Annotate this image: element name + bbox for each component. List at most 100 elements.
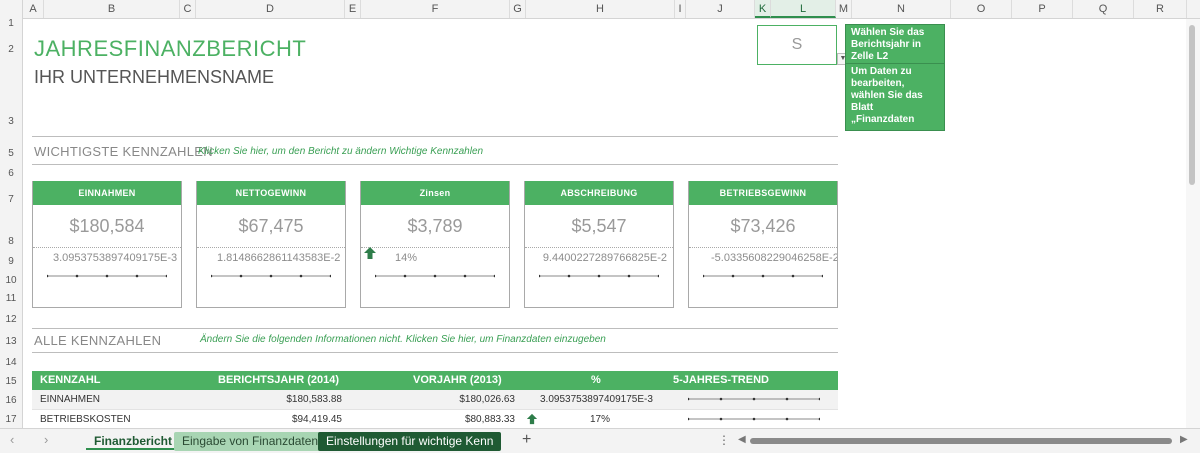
row-header-1[interactable]: 1: [0, 18, 22, 29]
trend-up-arrow-icon: [364, 247, 376, 259]
row-header-17[interactable]: 17: [0, 414, 22, 425]
company-name[interactable]: IHR UNTERNEHMENSNAME: [34, 67, 274, 88]
kpi-card-label: NETTOGEWINN: [197, 181, 345, 205]
kpi-card-value: $67,475: [197, 205, 345, 248]
kpi-card-percent: 9.4400227289766825E-2: [542, 252, 667, 264]
column-header-d[interactable]: D: [196, 0, 345, 18]
table-cell-current[interactable]: $180,583.88: [286, 390, 342, 409]
column-header-f[interactable]: F: [361, 0, 510, 18]
kpi-card-zinsen[interactable]: Zinsen $3,789 14%: [360, 181, 510, 308]
worksheet-grid[interactable]: JAHRESFINANZBERICHT IHR UNTERNEHMENSNAME…: [23, 19, 1185, 428]
row-header-11[interactable]: 11: [0, 293, 22, 304]
row-header-7[interactable]: 7: [0, 194, 22, 205]
vertical-scroll-thumb[interactable]: [1189, 25, 1195, 185]
select-all-corner[interactable]: [0, 0, 23, 18]
tab-finanzbericht[interactable]: Finanzbericht: [86, 432, 181, 450]
column-header-r[interactable]: R: [1134, 0, 1187, 18]
divider: [32, 164, 838, 165]
table-cell-percent[interactable]: 3.0953753897409175E-3: [540, 390, 653, 409]
horizontal-scroll-thumb[interactable]: [750, 438, 1172, 444]
row-header-8[interactable]: 8: [0, 236, 22, 247]
sparkline-chart: [539, 274, 659, 278]
row-header-12[interactable]: 12: [0, 314, 22, 325]
kpi-card-percent: 1.8148662861143583E-2: [217, 252, 341, 264]
kpi-card-einnahmen[interactable]: EINNAHMEN $180,584 3.0953753897409175E-3: [32, 181, 182, 308]
sparkline-chart: [688, 397, 820, 401]
column-header-n[interactable]: N: [852, 0, 951, 18]
column-header-c[interactable]: C: [180, 0, 196, 18]
kpi-card-value: $180,584: [33, 205, 181, 248]
column-header-g[interactable]: G: [510, 0, 526, 18]
row-header-10[interactable]: 10: [0, 275, 22, 286]
table-cell-percent[interactable]: 17%: [590, 410, 610, 428]
sparkline-chart: [47, 274, 167, 278]
year-selection-tooltip: Wählen Sie das Berichtsjahr in Zelle L2: [845, 24, 945, 64]
trend-up-arrow-icon: [526, 413, 538, 425]
tab-einstellungen[interactable]: Einstellungen für wichtige Kenn: [318, 432, 502, 451]
column-header-i[interactable]: I: [675, 0, 686, 18]
next-sheet-icon[interactable]: ›: [44, 432, 48, 447]
column-header-o[interactable]: O: [951, 0, 1012, 18]
kpi-card-betriebsgewinn[interactable]: BETRIEBSGEWINN $73,426 -5.03356082290462…: [688, 181, 838, 308]
table-cell-current[interactable]: $94,419.45: [292, 410, 342, 428]
kpi-card-label: ABSCHREIBUNG: [525, 181, 673, 205]
table-header-kennzahl[interactable]: KENNZAHL: [40, 371, 101, 390]
kpi-card-percent: 3.0953753897409175E-3: [53, 252, 178, 264]
vertical-scrollbar[interactable]: [1186, 19, 1200, 428]
row-header-6[interactable]: 6: [0, 168, 22, 179]
column-header-b[interactable]: B: [44, 0, 180, 18]
scroll-right-icon[interactable]: ▶: [1180, 434, 1188, 445]
column-header-e[interactable]: E: [345, 0, 361, 18]
row-header-15[interactable]: 15: [0, 376, 22, 387]
table-header-trend[interactable]: 5-JAHRES-TREND: [673, 371, 769, 390]
kpi-card-percent: -5.0335608229046258E-2: [711, 252, 837, 264]
table-row[interactable]: EINNAHMEN $180,583.88 $180,026.63 3.0953…: [32, 390, 838, 409]
kpi-card-abschreibung[interactable]: ABSCHREIBUNG $5,547 9.4400227289766825E-…: [524, 181, 674, 308]
kpi-card-value: $3,789: [361, 205, 509, 248]
row-header-16[interactable]: 16: [0, 395, 22, 406]
kpi-card-value: $73,426: [689, 205, 837, 248]
column-header-l[interactable]: L: [771, 0, 836, 18]
sparkline-chart: [688, 417, 820, 421]
row-header-14[interactable]: 14: [0, 357, 22, 368]
table-header-vorjahr[interactable]: VORJAHR (2013): [413, 371, 502, 390]
sparkline-chart: [211, 274, 331, 278]
table-cell-name[interactable]: EINNAHMEN: [40, 390, 100, 409]
column-header-p[interactable]: P: [1012, 0, 1073, 18]
report-title[interactable]: JAHRESFINANZBERICHT: [34, 36, 306, 62]
kpi-section-heading[interactable]: WICHTIGSTE KENNZAHLEN: [34, 144, 213, 159]
table-cell-prior[interactable]: $180,026.63: [459, 390, 515, 409]
table-row[interactable]: BETRIEBSKOSTEN $94,419.45 $80,883.33 17%: [32, 409, 838, 428]
row-header-3[interactable]: 3: [0, 116, 22, 127]
tab-eingabe-finanzdaten[interactable]: Eingabe von Finanzdaten: [174, 432, 327, 451]
kpi-card-value: $5,547: [525, 205, 673, 248]
column-header-h[interactable]: H: [526, 0, 675, 18]
sparkline-chart: [703, 274, 823, 278]
column-header-m[interactable]: M: [836, 0, 852, 18]
table-cell-prior[interactable]: $80,883.33: [465, 410, 515, 428]
kpi-card-label: EINNAHMEN: [33, 181, 181, 205]
add-sheet-icon[interactable]: +: [522, 431, 531, 449]
report-year-cell[interactable]: S: [757, 25, 837, 65]
row-header-13[interactable]: 13: [0, 336, 22, 347]
column-header-j[interactable]: J: [686, 0, 755, 18]
row-header-9[interactable]: 9: [0, 256, 22, 267]
column-header-q[interactable]: Q: [1073, 0, 1134, 18]
more-options-icon[interactable]: ⋮: [718, 433, 730, 447]
table-cell-name[interactable]: BETRIEBSKOSTEN: [40, 410, 131, 428]
all-metrics-heading[interactable]: ALLE KENNZAHLEN: [34, 333, 161, 348]
table-header-percent[interactable]: %: [591, 371, 601, 390]
divider: [32, 136, 838, 137]
sparkline-chart: [375, 274, 495, 278]
kpi-card-label: Zinsen: [361, 181, 509, 205]
row-header-5[interactable]: 5: [0, 148, 22, 159]
scroll-left-icon[interactable]: ◀: [738, 434, 746, 445]
table-header-berichtsjahr[interactable]: BERICHTSJAHR (2014): [218, 371, 339, 390]
all-metrics-hint-link[interactable]: Ändern Sie die folgenden Informationen n…: [200, 334, 606, 345]
kpi-section-hint-link[interactable]: Klicken Sie hier, um den Bericht zu ände…: [198, 146, 483, 157]
row-header-2[interactable]: 2: [0, 44, 22, 55]
column-header-a[interactable]: A: [23, 0, 44, 18]
column-header-k[interactable]: K: [755, 0, 771, 18]
prev-sheet-icon[interactable]: ‹: [10, 432, 14, 447]
kpi-card-nettogewinn[interactable]: NETTOGEWINN $67,475 1.8148662861143583E-…: [196, 181, 346, 308]
